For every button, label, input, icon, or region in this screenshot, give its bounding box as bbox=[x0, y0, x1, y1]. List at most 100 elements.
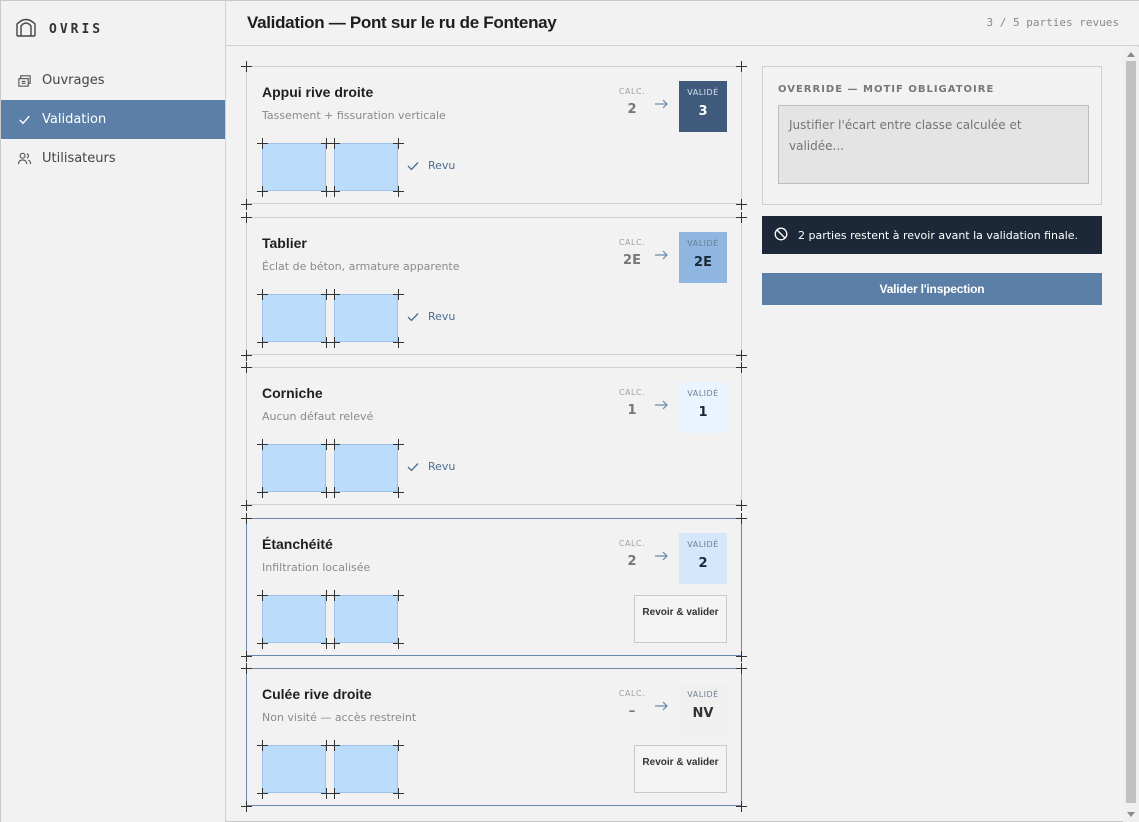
pending-notice: 2 parties restent à revoir avant la vali… bbox=[762, 216, 1102, 254]
valid-value: NV bbox=[692, 706, 714, 721]
card-corner-mark bbox=[241, 651, 252, 662]
crop-mark bbox=[329, 487, 340, 498]
valid-value: 1 bbox=[698, 405, 708, 420]
valid-class: VALIDÉ 1 bbox=[679, 382, 727, 433]
photo-thumbnail[interactable] bbox=[334, 745, 398, 793]
crop-mark bbox=[257, 740, 268, 751]
photo-thumbnail[interactable] bbox=[262, 595, 326, 643]
crop-mark bbox=[393, 337, 404, 348]
sidebar-item-label: Utilisateurs bbox=[42, 151, 116, 166]
valid-value: 2E bbox=[694, 255, 712, 270]
arrow-right-icon bbox=[655, 250, 668, 260]
part-defect: Infiltration localisée bbox=[262, 561, 371, 574]
check-icon bbox=[407, 462, 419, 471]
review-button-label: Revoir & valider bbox=[642, 757, 719, 768]
card-corner-mark bbox=[241, 199, 252, 210]
photo-thumbnail[interactable] bbox=[262, 444, 326, 492]
photo-thumbnail[interactable] bbox=[262, 294, 326, 342]
calc-label: CALC. bbox=[618, 87, 646, 96]
part-defect: Aucun défaut relevé bbox=[262, 410, 374, 423]
crop-mark bbox=[393, 439, 404, 450]
crop-mark bbox=[329, 138, 340, 149]
brand[interactable]: OVRIS bbox=[15, 17, 103, 41]
part-title: Étanchéité bbox=[262, 536, 333, 552]
calc-class: CALC. 2 bbox=[612, 87, 652, 117]
scroll-thumb[interactable] bbox=[1126, 61, 1136, 803]
crop-mark bbox=[329, 337, 340, 348]
reviewed-status: Revu bbox=[407, 159, 455, 172]
bridge-icon bbox=[16, 73, 32, 89]
sidebar-item-validation[interactable]: Validation bbox=[1, 100, 225, 139]
part-card[interactable]: Étanchéité Infiltration localisée CALC. 2… bbox=[246, 518, 742, 656]
calc-label: CALC. bbox=[618, 388, 646, 397]
part-title: Tablier bbox=[262, 235, 307, 251]
card-corner-mark bbox=[736, 362, 747, 373]
calc-class: CALC. 1 bbox=[612, 388, 652, 418]
card-corner-mark bbox=[241, 513, 252, 524]
calc-label: CALC. bbox=[618, 238, 646, 247]
valid-class: VALIDÉ 3 bbox=[679, 81, 727, 132]
review-and-validate-button[interactable]: Revoir & valider bbox=[634, 595, 727, 643]
scroll-up-arrow-icon[interactable] bbox=[1127, 52, 1135, 57]
review-progress: 3 / 5 parties revues bbox=[986, 16, 1119, 29]
card-corner-mark bbox=[736, 61, 747, 72]
card-corner-mark bbox=[241, 212, 252, 223]
photo-thumbnail[interactable] bbox=[334, 143, 398, 191]
calc-class: CALC. 2E bbox=[612, 238, 652, 268]
card-corner-mark bbox=[736, 199, 747, 210]
override-reason-field[interactable] bbox=[778, 105, 1089, 184]
notice-text: 2 parties restent à revoir avant la vali… bbox=[798, 228, 1079, 242]
calc-value: 1 bbox=[627, 403, 637, 418]
photo-thumbnail[interactable] bbox=[334, 294, 398, 342]
review-and-validate-button[interactable]: Revoir & valider bbox=[634, 745, 727, 793]
card-corner-mark bbox=[241, 61, 252, 72]
photo-thumbnail[interactable] bbox=[334, 444, 398, 492]
reviewed-status: Revu bbox=[407, 310, 455, 323]
part-title: Culée rive droite bbox=[262, 686, 372, 702]
valid-class: VALIDÉ 2E bbox=[679, 232, 727, 283]
calc-value: 2 bbox=[627, 102, 637, 117]
card-corner-mark bbox=[241, 362, 252, 373]
card-corner-mark bbox=[241, 801, 252, 812]
bridge-logo-icon bbox=[15, 16, 37, 42]
crop-mark bbox=[257, 186, 268, 197]
crop-mark bbox=[393, 590, 404, 601]
sidebar-item-label: Ouvrages bbox=[42, 73, 105, 88]
photo-thumbnail[interactable] bbox=[262, 143, 326, 191]
sidebar-nav: Ouvrages Validation Utilisateurs bbox=[1, 61, 225, 178]
crop-mark bbox=[393, 289, 404, 300]
crop-mark bbox=[393, 186, 404, 197]
valid-class: VALIDÉ NV bbox=[679, 683, 727, 734]
card-corner-mark bbox=[736, 350, 747, 361]
crop-mark bbox=[393, 487, 404, 498]
validate-inspection-button[interactable]: Valider l'inspection bbox=[762, 273, 1102, 305]
sidebar-item-utilisateurs[interactable]: Utilisateurs bbox=[1, 139, 225, 178]
part-title: Appui rive droite bbox=[262, 84, 374, 100]
brand-name: OVRIS bbox=[49, 21, 104, 37]
part-card[interactable]: Culée rive droite Non visité — accès rest… bbox=[246, 668, 742, 806]
valid-label: VALIDÉ bbox=[687, 690, 719, 699]
sidebar: OVRIS Ouvrages Validation Utilisateurs bbox=[1, 1, 226, 822]
override-label: OVERRIDE — MOTIF OBLIGATOIRE bbox=[778, 84, 995, 95]
arrow-right-icon bbox=[655, 701, 668, 711]
sidebar-item-ouvrages[interactable]: Ouvrages bbox=[1, 61, 225, 100]
crop-mark bbox=[257, 590, 268, 601]
scroll-down-arrow-icon[interactable] bbox=[1127, 812, 1135, 817]
scrollbar[interactable] bbox=[1123, 47, 1139, 822]
part-card[interactable]: Appui rive droite Tassement + fissuration… bbox=[246, 66, 742, 204]
page-title: Validation — Pont sur le ru de Fontenay bbox=[247, 13, 557, 32]
photo-thumbnail[interactable] bbox=[334, 595, 398, 643]
crop-mark bbox=[329, 788, 340, 799]
part-card[interactable]: Corniche Aucun défaut relevé CALC. 1 VALI… bbox=[246, 367, 742, 505]
part-title: Corniche bbox=[262, 385, 323, 401]
arrow-right-icon bbox=[655, 400, 668, 410]
part-card[interactable]: Tablier Éclat de béton, armature apparent… bbox=[246, 217, 742, 355]
crop-mark bbox=[257, 487, 268, 498]
check-icon bbox=[407, 312, 419, 321]
crop-mark bbox=[257, 788, 268, 799]
photo-thumbnail[interactable] bbox=[262, 745, 326, 793]
valid-label: VALIDÉ bbox=[687, 239, 719, 248]
crop-mark bbox=[257, 337, 268, 348]
valid-class: VALIDÉ 2 bbox=[679, 533, 727, 584]
reviewed-status: Revu bbox=[407, 460, 455, 473]
